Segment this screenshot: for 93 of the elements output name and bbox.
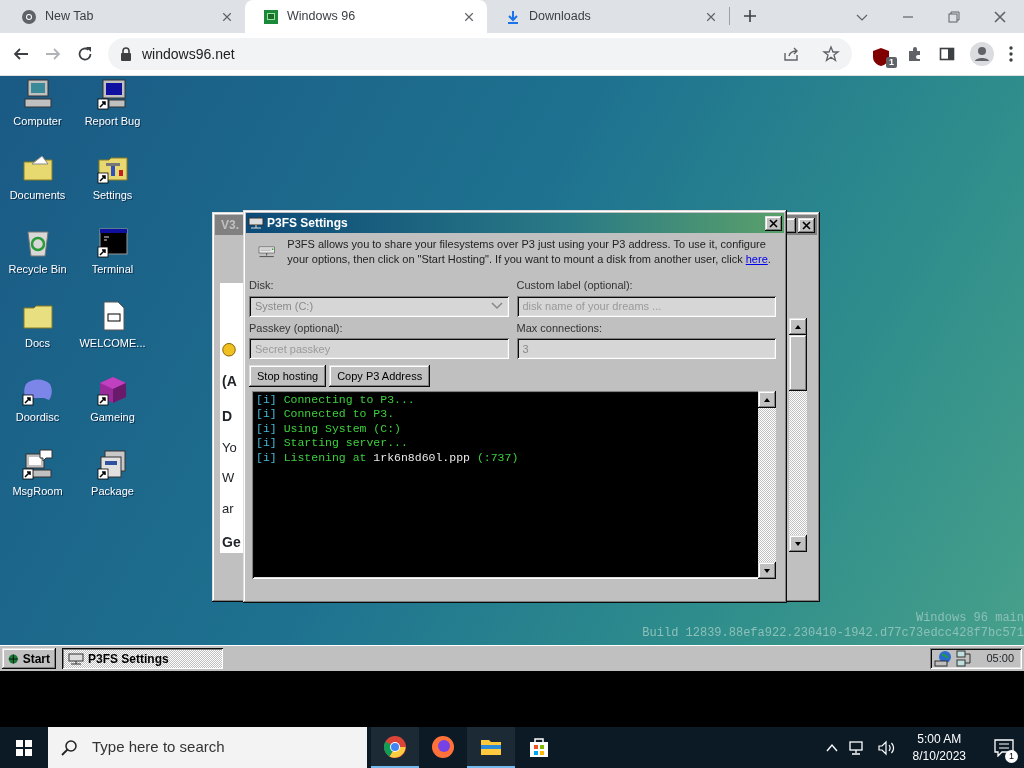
- field-label: Disk:: [249, 278, 275, 293]
- computer-icon[interactable]: [21, 78, 54, 110]
- content-text: W: [222, 469, 235, 487]
- close-icon[interactable]: [221, 10, 233, 23]
- globe-icon[interactable]: [934, 649, 953, 668]
- scrollbar-thumb[interactable]: [789, 335, 807, 391]
- taskbar-app[interactable]: [467, 727, 515, 768]
- arrow-down-icon: [793, 539, 803, 548]
- browser-tab[interactable]: Windows 96: [245, 0, 487, 33]
- scroll-up-button[interactable]: [789, 318, 807, 335]
- notification-icon[interactable]: [994, 738, 1014, 757]
- log-line: [i] Using System (C:): [256, 421, 402, 437]
- field-label: Custom label (optional):: [516, 278, 634, 293]
- scroll-down-button[interactable]: [789, 535, 807, 552]
- extension-badge: 1: [886, 57, 897, 68]
- window-title: V3.: [220, 217, 239, 234]
- cube-icon[interactable]: [96, 374, 129, 406]
- log-line: [i] Starting server...: [256, 436, 409, 451]
- icon-label[interactable]: Settings: [92, 187, 133, 204]
- icon-label[interactable]: Package: [91, 483, 134, 500]
- drive-icon: [248, 216, 264, 230]
- scroll-up-button[interactable]: [758, 391, 776, 408]
- field-label: Max connections:: [516, 320, 604, 336]
- start-button[interactable]: Start: [2, 648, 56, 669]
- message-computer-icon[interactable]: [21, 448, 54, 480]
- notification-badge: 1: [1005, 749, 1018, 763]
- menu-icon[interactable]: [1008, 45, 1014, 63]
- icon-label[interactable]: Documents: [9, 187, 66, 204]
- field-label: Passkey (optional):: [249, 320, 344, 336]
- log-line: [i] Connected to P3.: [256, 407, 396, 422]
- window-title: P3FS Settings: [267, 215, 348, 232]
- icon-label[interactable]: Doordisc: [15, 409, 60, 426]
- icon-label[interactable]: Report Bug: [84, 113, 141, 130]
- chrome-icon: [383, 734, 407, 759]
- icon-label[interactable]: Recycle Bin: [8, 261, 67, 278]
- icon-label[interactable]: MsgRoom: [12, 483, 63, 500]
- taskbar-clock[interactable]: 5:00 AM 8/10/2023: [904, 730, 974, 765]
- lock-icon: [120, 47, 132, 61]
- build-text: Windows 96 main: [914, 611, 1024, 626]
- shield-icon[interactable]: [872, 46, 890, 67]
- icon-label[interactable]: Docs: [24, 335, 51, 352]
- address-bar[interactable]: windows96.net: [108, 38, 852, 70]
- browser-tab[interactable]: New Tab: [3, 0, 245, 33]
- chrome-logo-icon: [21, 8, 37, 25]
- drive-icon: [68, 651, 84, 666]
- dialog-button[interactable]: Stop hosting: [249, 365, 327, 387]
- arrow-down-icon: [762, 566, 772, 575]
- scroll-down-button[interactable]: [758, 562, 776, 579]
- round-icon: [222, 343, 236, 357]
- content-text: (A: [222, 371, 237, 391]
- reload-icon[interactable]: [76, 45, 94, 63]
- close-button[interactable]: [765, 215, 782, 231]
- close-icon[interactable]: [463, 10, 475, 23]
- sidebar-icon[interactable]: [938, 45, 956, 63]
- windows-logo-icon: [16, 739, 32, 756]
- terminal-icon[interactable]: [96, 226, 129, 258]
- content-text: ar: [222, 499, 234, 518]
- icon-label[interactable]: Gameing: [90, 409, 135, 426]
- share-icon[interactable]: [782, 45, 800, 63]
- log-line: [i] Connecting to P3...: [256, 393, 416, 408]
- star-icon[interactable]: [822, 45, 840, 63]
- chevron-down-icon: [490, 302, 503, 310]
- log-line: [i] Listening at 1rk6n8d60l.ppp (:737): [256, 450, 520, 466]
- icon-label[interactable]: Computer: [13, 113, 62, 130]
- dialog-button[interactable]: Copy P3 Address: [329, 365, 431, 387]
- download-icon: [505, 8, 521, 25]
- close-icon: [769, 218, 778, 228]
- volume-icon[interactable]: [876, 739, 895, 756]
- taskbar-button[interactable]: P3FS Settings: [62, 648, 223, 669]
- close-button[interactable]: [798, 217, 815, 233]
- clock: 05:00: [986, 651, 1014, 667]
- content-text: D: [222, 406, 233, 426]
- close-icon: [802, 220, 811, 230]
- monitor-icon[interactable]: [96, 78, 129, 110]
- browser-tab[interactable]: Downloads: [487, 0, 729, 33]
- taskbar-app[interactable]: [371, 727, 419, 768]
- content-text: Ge: [222, 533, 241, 552]
- icon-label[interactable]: Terminal: [91, 261, 134, 278]
- icon-label[interactable]: WELCOME...: [79, 335, 146, 352]
- build-text: Build 12839.88efa922.230410-1942.d77c73edcc428f7bc571: [642, 626, 1024, 641]
- search-icon: [60, 738, 78, 757]
- link[interactable]: here: [745, 253, 768, 265]
- package-icon[interactable]: [96, 448, 129, 480]
- restore-icon[interactable]: [946, 8, 962, 25]
- firefox-icon: [431, 734, 455, 759]
- window-logo-icon: [263, 8, 279, 25]
- close-icon[interactable]: [705, 10, 717, 23]
- content-text: Yo: [222, 438, 237, 457]
- profile-icon[interactable]: [970, 42, 994, 66]
- close-icon[interactable]: [992, 8, 1008, 25]
- description-text: P3FS allows you to share your filesystems over P3 just using your P3 address. To use it, configure your options, then click on "Start Hosting". If you want to mount a disk from another user, click here.: [287, 237, 772, 267]
- search-field[interactable]: Type here to search: [48, 727, 367, 768]
- new-tab-icon[interactable]: [742, 8, 758, 24]
